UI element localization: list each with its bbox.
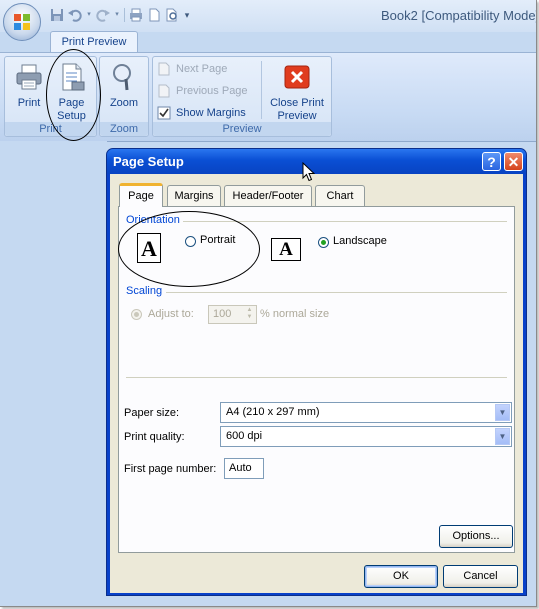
zoom-button-label: Zoom: [109, 97, 139, 109]
zoom-button[interactable]: Zoom: [102, 60, 146, 122]
page-setup-icon: [62, 63, 84, 91]
tab-print-preview[interactable]: Print Preview: [50, 31, 138, 52]
landscape-label: Landscape: [333, 235, 387, 247]
mouse-cursor-icon: [302, 162, 315, 182]
zoom-group: Zoom Zoom: [99, 56, 149, 137]
portrait-radio[interactable]: [185, 236, 196, 247]
help-button[interactable]: ?: [482, 152, 501, 171]
chevron-down-icon[interactable]: ▼: [495, 404, 510, 421]
preview-group: Next Page Previous Page Show Margins Clo…: [152, 56, 332, 137]
tab-chart[interactable]: Chart: [315, 185, 365, 206]
print-quality-select[interactable]: 600 dpi ▼: [220, 426, 512, 447]
workspace-background: [0, 141, 107, 606]
undo-icon[interactable]: [68, 8, 82, 22]
scaling-percent-spinner[interactable]: 100 ▲ ▼: [208, 305, 257, 324]
tab-header-footer[interactable]: Header/Footer: [224, 185, 312, 206]
office-button[interactable]: [3, 3, 41, 41]
section-divider: [166, 292, 507, 293]
orientation-heading: Orientation: [126, 214, 180, 226]
landscape-glyph-icon: A: [271, 238, 301, 261]
title-bar: ▾ ▾ ▾ Book2 [Compatibility Mode]: [0, 0, 536, 32]
dialog-title: Page Setup: [107, 149, 526, 174]
previous-page-button[interactable]: Previous Page: [157, 81, 248, 101]
scaling-heading: Scaling: [126, 285, 163, 297]
office-logo-icon: [14, 14, 30, 30]
print-icon[interactable]: [129, 8, 143, 22]
normal-size-label: % normal size: [260, 308, 330, 320]
paper-size-label: Paper size:: [124, 407, 180, 419]
close-print-preview-button[interactable]: Close Print Preview: [265, 60, 329, 122]
options-button[interactable]: Options...: [439, 525, 513, 548]
next-page-icon: [158, 62, 170, 76]
ok-button[interactable]: OK: [364, 565, 438, 588]
print-quality-label: Print quality:: [124, 431, 185, 443]
section-divider: [126, 377, 507, 378]
adjust-to-radio[interactable]: [131, 309, 142, 320]
customize-toolbar-icon[interactable]: ▾: [183, 8, 191, 22]
new-icon[interactable]: [147, 8, 161, 22]
previous-page-label: Previous Page: [176, 85, 248, 97]
toolbar-divider: [124, 8, 125, 22]
ribbon: Print Page Setup Print Zoom Zoom Next Pa…: [0, 52, 536, 142]
section-divider: [183, 221, 507, 222]
page-tab-panel: Orientation A Portrait A Landscape Scali…: [118, 206, 515, 553]
close-red-x-icon: [284, 65, 310, 89]
close-print-preview-label: Close Print Preview: [270, 97, 324, 122]
excel-window: ▾ ▾ ▾ Book2 [Compatibility Mode] Print P…: [0, 0, 537, 607]
magnifier-icon: [113, 64, 131, 91]
show-margins-label: Show Margins: [176, 107, 246, 119]
zoom-group-label: Zoom: [100, 122, 148, 136]
undo-dropdown-icon[interactable]: ▾: [86, 8, 92, 22]
chevron-down-icon[interactable]: ▼: [495, 428, 510, 445]
redo-icon[interactable]: [96, 8, 110, 22]
landscape-radio[interactable]: [318, 237, 329, 248]
portrait-label: Portrait: [200, 234, 236, 246]
redo-dropdown-icon[interactable]: ▾: [114, 8, 120, 22]
previous-page-icon: [158, 84, 170, 98]
print-button[interactable]: Print: [7, 60, 51, 122]
save-icon[interactable]: [50, 8, 64, 22]
print-quality-value: 600 dpi: [226, 430, 263, 442]
adjust-to-label: Adjust to:: [148, 308, 194, 320]
portrait-glyph-icon: A: [137, 233, 161, 263]
close-button[interactable]: ✕: [504, 152, 523, 171]
next-page-label: Next Page: [176, 63, 228, 75]
page-setup-button[interactable]: Page Setup: [49, 60, 94, 122]
tab-margins[interactable]: Margins: [167, 185, 221, 206]
checkbox-checked-icon: [157, 106, 171, 120]
cancel-button[interactable]: Cancel: [443, 565, 518, 588]
first-page-number-input[interactable]: Auto: [224, 458, 264, 479]
first-page-number-label: First page number:: [124, 463, 217, 475]
group-divider: [261, 61, 262, 119]
print-preview-icon[interactable]: [165, 8, 179, 22]
dialog-body: Page Margins Header/Footer Chart Orienta…: [110, 174, 523, 593]
paper-size-select[interactable]: A4 (210 x 297 mm) ▼: [220, 402, 512, 423]
spinner-arrows-icon[interactable]: ▲ ▼: [244, 307, 255, 322]
print-button-label: Print: [17, 97, 41, 109]
print-group-label: Print: [5, 122, 96, 136]
scaling-percent-value: 100: [213, 308, 232, 320]
page-setup-dialog: Page Setup ? ✕ Page Margins Header/Foote…: [106, 148, 527, 596]
quick-access-toolbar: ▾ ▾ ▾: [50, 6, 191, 24]
paper-size-value: A4 (210 x 297 mm): [226, 406, 320, 418]
printer-icon: [16, 64, 42, 90]
window-title: Book2 [Compatibility Mode]: [381, 8, 537, 23]
preview-group-label: Preview: [153, 122, 331, 136]
next-page-button[interactable]: Next Page: [157, 59, 227, 79]
show-margins-checkbox[interactable]: Show Margins: [157, 103, 246, 123]
tab-page[interactable]: Page: [119, 183, 163, 207]
print-group: Print Page Setup Print: [4, 56, 97, 137]
page-setup-button-label: Page Setup: [57, 97, 86, 122]
